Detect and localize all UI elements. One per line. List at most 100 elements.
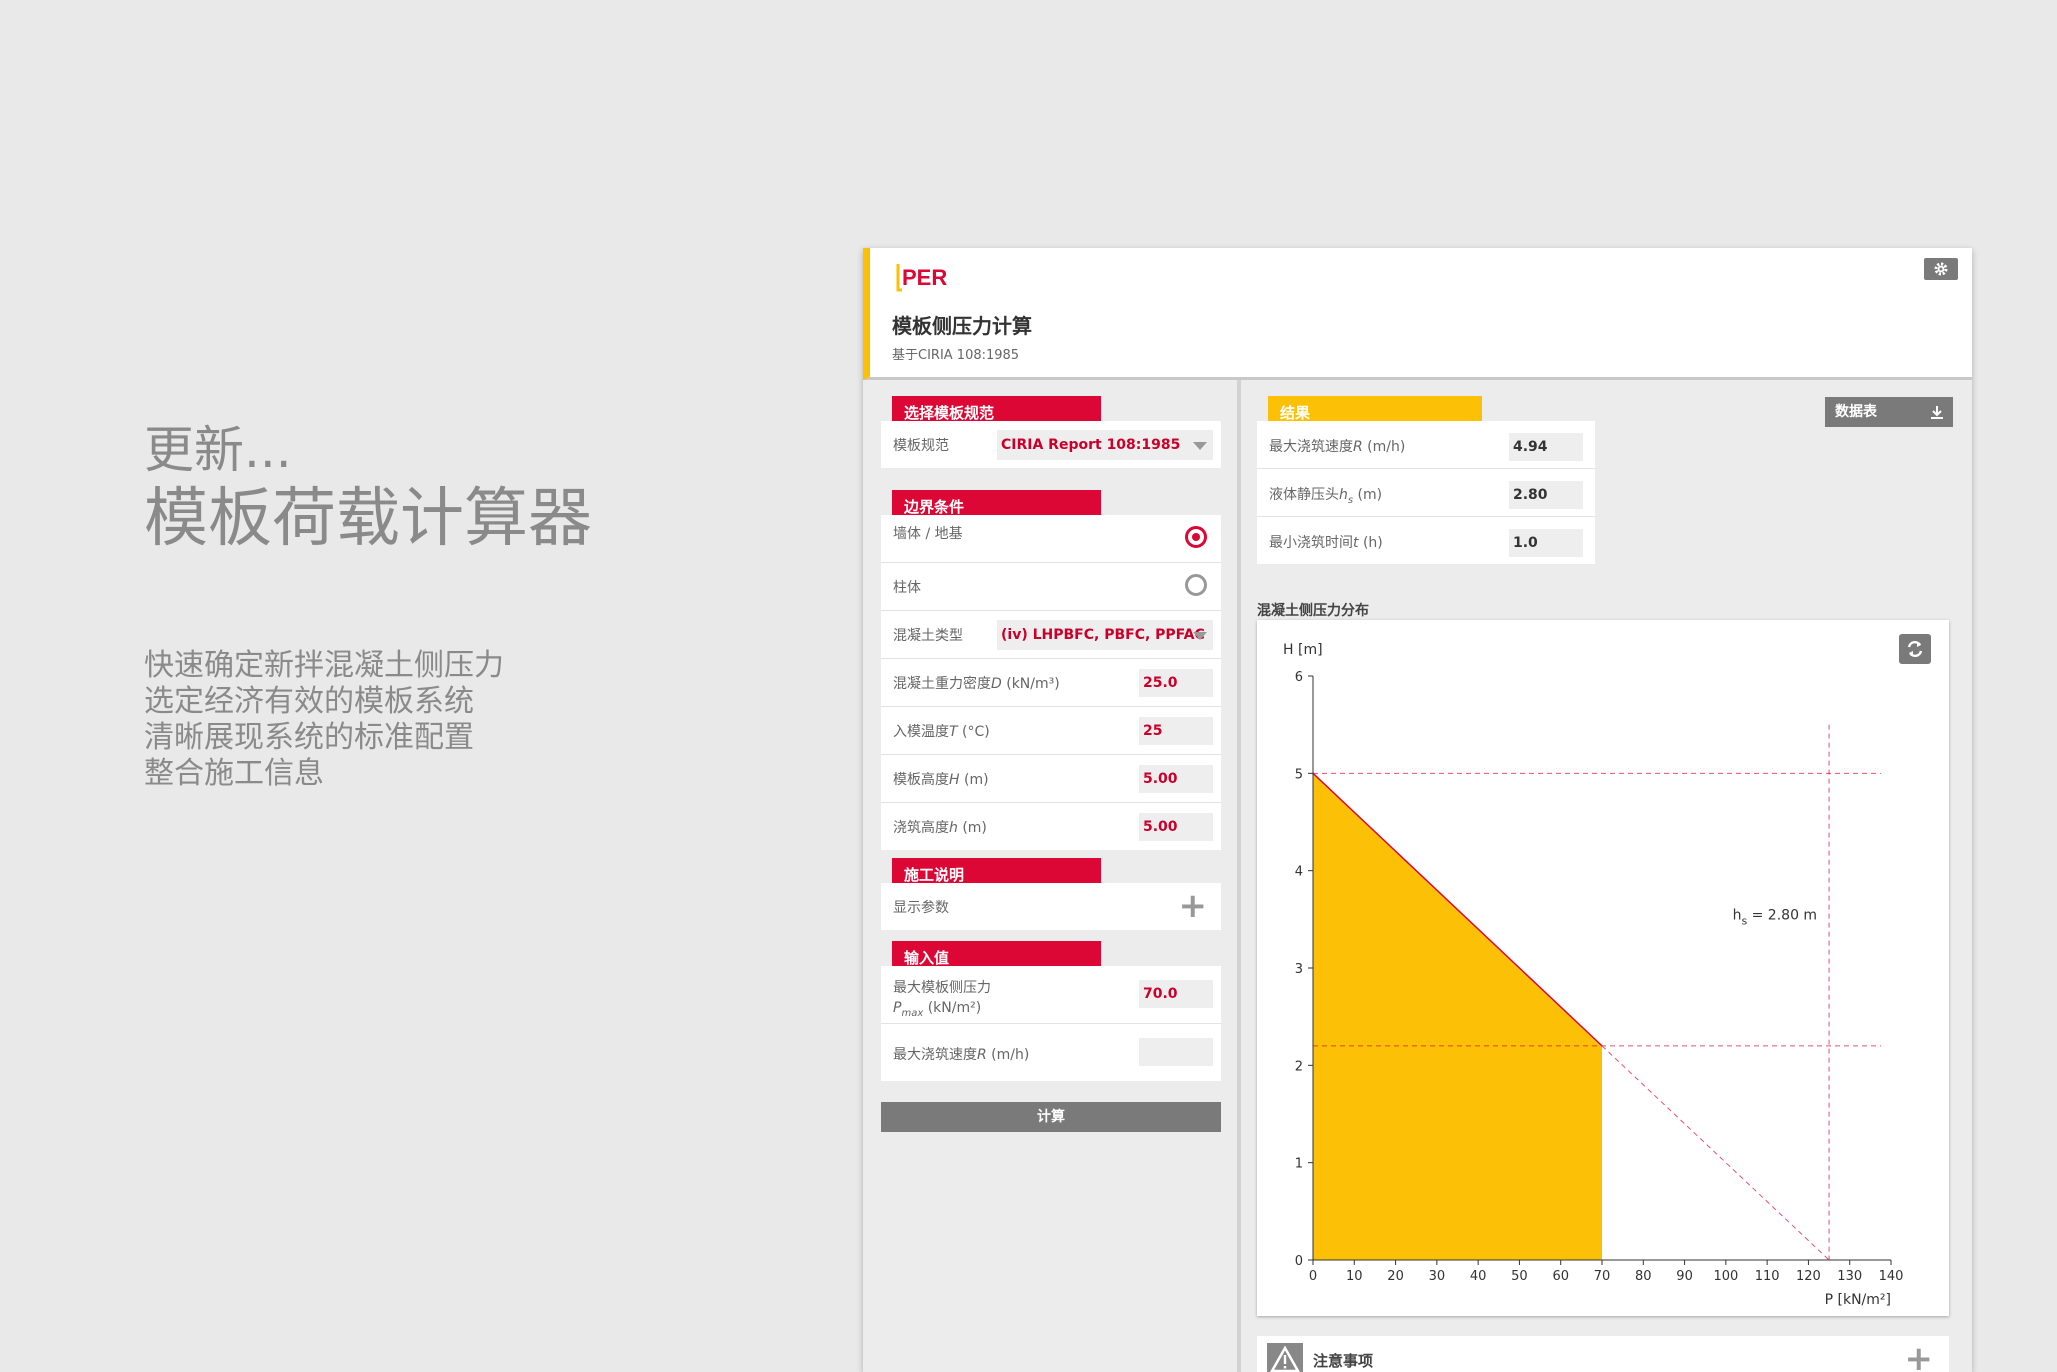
result-hs-row: 液体静压头hs (m) 2.80 — [1257, 469, 1595, 517]
warning-icon — [1267, 1343, 1303, 1372]
x-tick-label: 90 — [1676, 1269, 1693, 1284]
app-header: PERI 模板侧压力计算 基于CIRIA 108:1985 — [863, 248, 1972, 380]
form-height-input[interactable]: 5.00 — [1139, 765, 1213, 793]
construction-card: 显示参数 + — [881, 883, 1221, 930]
x-tick-label: 10 — [1346, 1269, 1363, 1284]
result-time-label: 最小浇筑时间t (h) — [1269, 535, 1383, 551]
pour-height-label: 浇筑高度h (m) — [893, 820, 987, 836]
x-tick-label: 130 — [1837, 1269, 1862, 1284]
calculate-button[interactable]: 计算 — [881, 1102, 1221, 1132]
pmax-input[interactable]: 70.0 — [1139, 980, 1213, 1008]
density-row: 混凝土重力密度D (kN/m³) 25.0 — [881, 659, 1221, 707]
x-tick-label: 0 — [1309, 1269, 1317, 1284]
result-hs-label: 液体静压头hs (m) — [1269, 487, 1383, 506]
pressure-chart-svg: 01234560 10 20 30 40 50 60 70 80 90 100 110 120 130 14… — [1283, 642, 1904, 1308]
hydrostatic-line — [1601, 1045, 1830, 1261]
concrete-type-label: 混凝土类型 — [893, 628, 963, 644]
pmax-label: 最大模板侧压力 Pmax (kN/m²) — [893, 980, 991, 1019]
column-option-row[interactable]: 柱体 — [881, 563, 1221, 611]
caret-down-icon — [1193, 442, 1207, 450]
peri-logo-text: PERI — [902, 265, 948, 290]
settings-button[interactable] — [1924, 258, 1958, 280]
refresh-icon — [1907, 640, 1923, 658]
concrete-type-value: (iv) LHPBFC, PBFC, PPFAC — [1001, 627, 1205, 643]
plus-icon[interactable]: + — [1905, 1342, 1934, 1372]
pmax-row: 最大模板侧压力 Pmax (kN/m²) 70.0 — [881, 966, 1221, 1024]
form-height-row: 模板高度H (m) 5.00 — [881, 755, 1221, 803]
result-rate-row: 最大浇筑速度R (m/h) 4.94 — [1257, 421, 1595, 469]
download-icon — [1931, 406, 1943, 419]
promo-bullet: 选定经济有效的模板系统 — [144, 684, 474, 719]
app-subtitle: 基于CIRIA 108:1985 — [892, 348, 1020, 363]
x-tick-label: 20 — [1387, 1269, 1404, 1284]
x-tick-label: 60 — [1552, 1269, 1569, 1284]
x-tick-label: 40 — [1470, 1269, 1487, 1284]
chart-section-title: 混凝土侧压力分布 — [1257, 603, 1369, 619]
hs-annotation: hs = 2.80 m — [1733, 907, 1818, 927]
promo-bullet: 清晰展现系统的标准配置 — [144, 720, 474, 755]
app-title: 模板侧压力计算 — [892, 314, 1032, 338]
density-input[interactable]: 25.0 — [1139, 669, 1213, 697]
y-axis-label: H [m] — [1283, 642, 1323, 658]
show-params-row[interactable]: 显示参数 + — [881, 883, 1221, 930]
column-radio[interactable] — [1185, 574, 1207, 596]
x-tick-label: 80 — [1635, 1269, 1652, 1284]
form-height-label: 模板高度H (m) — [893, 772, 989, 788]
refresh-button[interactable] — [1899, 634, 1931, 664]
result-rate-value: 4.94 — [1509, 433, 1583, 461]
promo-bullet: 整合施工信息 — [144, 756, 324, 791]
panel-divider — [1237, 380, 1241, 1372]
promo-bullet: 快速确定新拌混凝土侧压力 — [144, 648, 504, 683]
result-time-value: 1.0 — [1509, 529, 1583, 557]
result-time-row: 最小浇筑时间t (h) 1.0 — [1257, 517, 1595, 564]
notes-panel[interactable]: 注意事项 + — [1257, 1336, 1949, 1372]
pour-height-row: 浇筑高度h (m) 5.00 — [881, 803, 1221, 850]
x-tick-label: 120 — [1796, 1269, 1821, 1284]
temperature-input[interactable]: 25 — [1139, 717, 1213, 745]
x-tick-label: 100 — [1713, 1269, 1738, 1284]
datasheet-button[interactable]: 数据表 — [1825, 397, 1953, 427]
app-window: PERI 模板侧压力计算 基于CIRIA 108:1985 选择模板规范 模板规… — [863, 248, 1972, 1372]
y-tick-label: 2 — [1295, 1059, 1303, 1074]
pour-rate-label: 最大浇筑速度R (m/h) — [893, 1047, 1030, 1063]
x-tick-label: 140 — [1879, 1269, 1904, 1284]
gear-icon — [1934, 262, 1948, 276]
pressure-chart: 0 1 2 3 4 5 6 0 10 20 30 40 50 60 70 80 90 100 110 120 130 14… — [1257, 620, 1949, 1316]
plus-icon[interactable]: + — [1179, 889, 1208, 923]
spec-label: 模板规范 — [893, 438, 949, 454]
wall-option-row[interactable]: 墙体 / 地基 — [881, 515, 1221, 563]
y-tick-label: 0 — [1295, 1254, 1303, 1269]
x-tick-label: 110 — [1755, 1269, 1780, 1284]
temperature-label: 入模温度T (°C) — [893, 724, 990, 740]
density-label: 混凝土重力密度D (kN/m³) — [893, 676, 1060, 692]
notes-title: 注意事项 — [1313, 1352, 1374, 1370]
caret-down-icon — [1193, 632, 1207, 640]
results-card: 最大浇筑速度R (m/h) 4.94 液体静压头hs (m) 2.80 最小浇筑… — [1257, 421, 1595, 564]
concrete-type-row: 混凝土类型 (iv) LHPBFC, PBFC, PPFAC — [881, 611, 1221, 659]
spec-row: 模板规范 CIRIA Report 108:1985 — [881, 421, 1221, 468]
wall-radio[interactable] — [1185, 526, 1207, 548]
promo-line1: 更新... — [144, 421, 292, 479]
x-tick-label: 50 — [1511, 1269, 1528, 1284]
input-card: 最大模板侧压力 Pmax (kN/m²) 70.0 最大浇筑速度R (m/h) — [881, 966, 1221, 1081]
x-tick-label: 70 — [1594, 1269, 1611, 1284]
promo-bullets: 快速确定新拌混凝土侧压力 选定经济有效的模板系统 清晰展现系统的标准配置 整合施… — [144, 648, 592, 792]
x-axis-label: P [kN/m²] — [1825, 1292, 1891, 1308]
spec-select[interactable]: CIRIA Report 108:1985 — [997, 430, 1213, 460]
boundary-card: 墙体 / 地基 柱体 混凝土类型 (iv) LHPBFC, PBFC, PPFA… — [881, 515, 1221, 850]
pour-height-input[interactable]: 5.00 — [1139, 813, 1213, 841]
pressure-area — [1313, 773, 1602, 1260]
temperature-row: 入模温度T (°C) 25 — [881, 707, 1221, 755]
x-tick-label: 30 — [1429, 1269, 1446, 1284]
concrete-type-select[interactable]: (iv) LHPBFC, PBFC, PPFAC — [997, 620, 1213, 650]
result-rate-label: 最大浇筑速度R (m/h) — [1269, 439, 1406, 455]
datasheet-label: 数据表 — [1835, 404, 1877, 420]
y-tick-label: 1 — [1295, 1157, 1303, 1172]
column-label: 柱体 — [893, 580, 921, 596]
peri-logo: PERI — [896, 264, 948, 292]
pour-rate-input[interactable] — [1139, 1038, 1213, 1066]
y-tick-label: 4 — [1295, 865, 1303, 880]
y-tick-label: 6 — [1295, 670, 1303, 685]
promo-headline: 模板荷载计算器 — [144, 482, 592, 556]
wall-label: 墙体 / 地基 — [893, 526, 963, 542]
